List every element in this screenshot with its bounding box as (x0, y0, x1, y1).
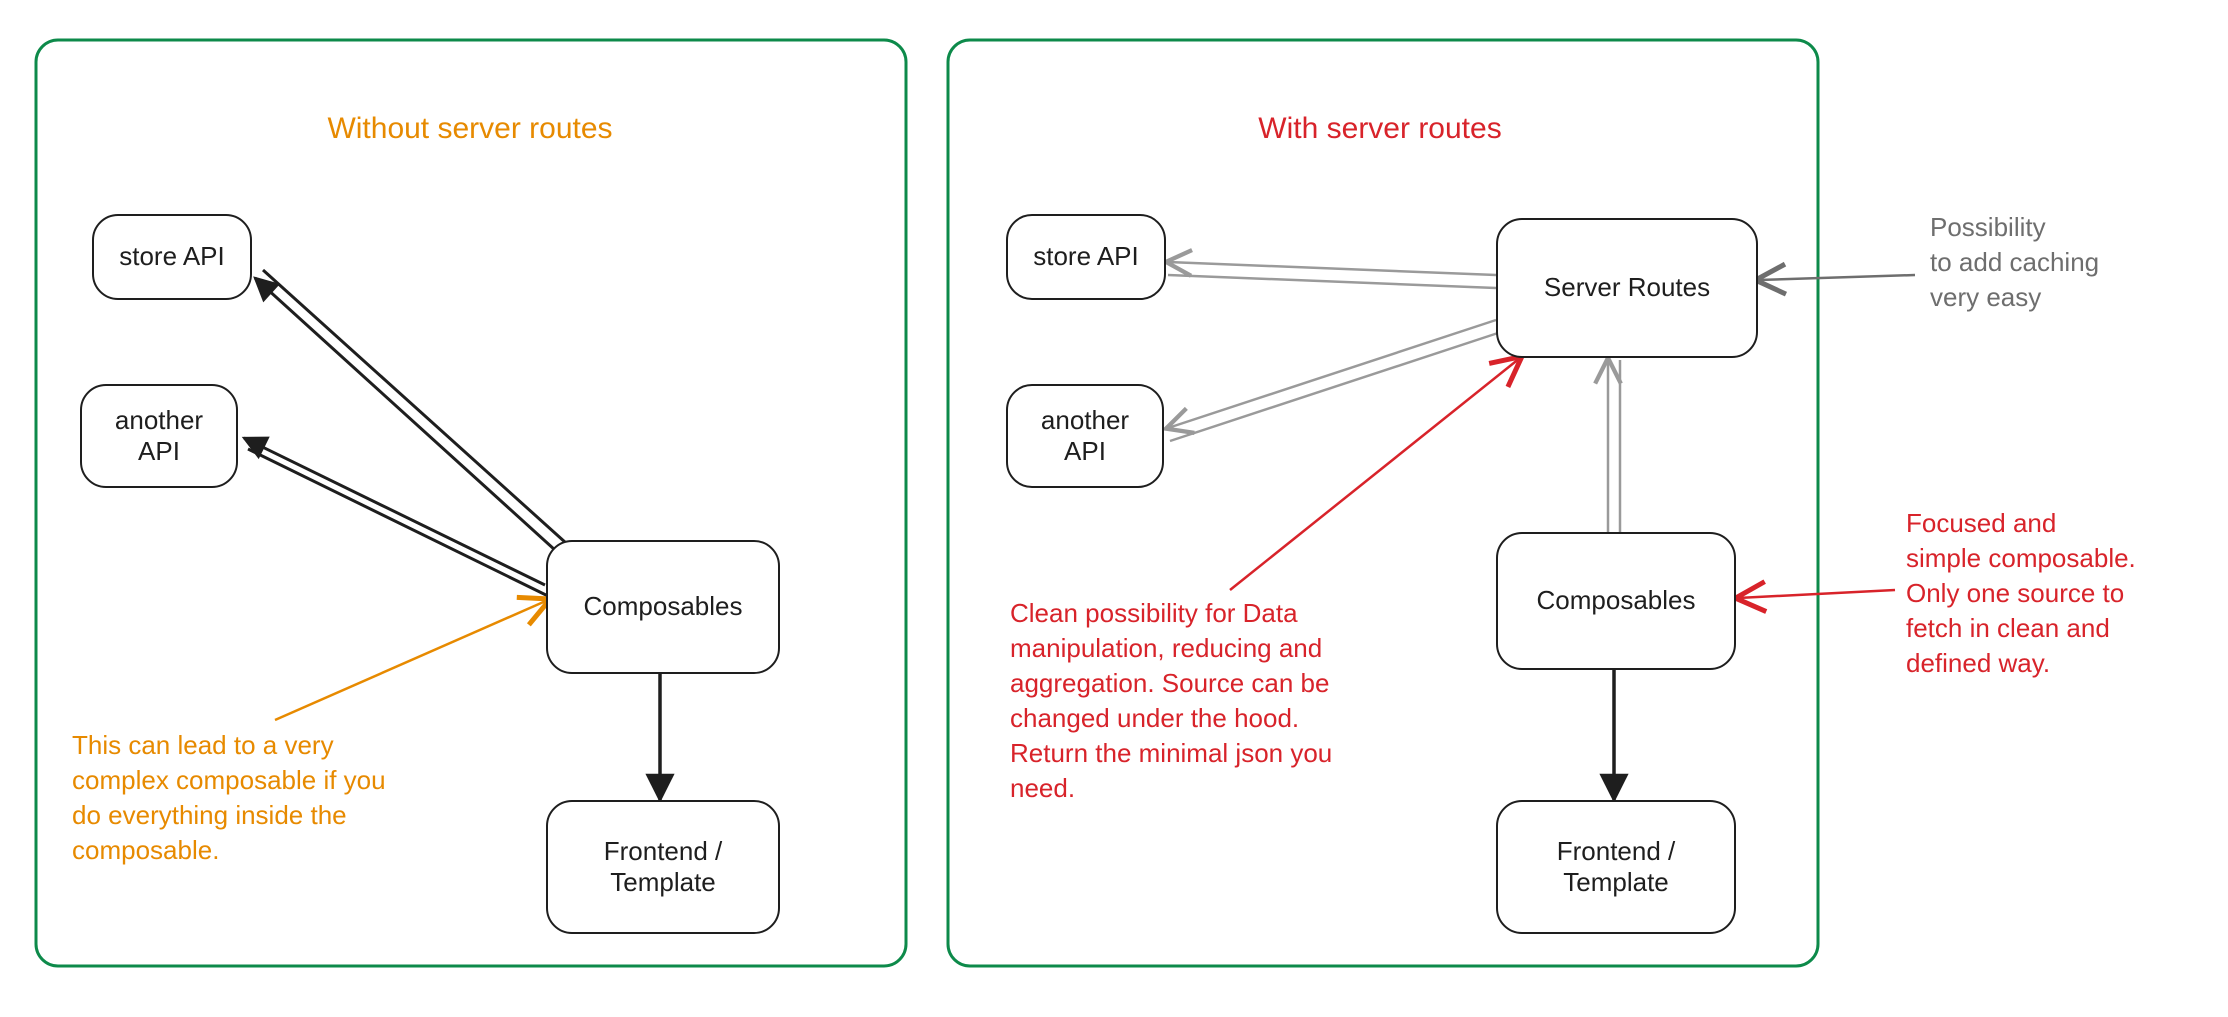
node-right-server-routes: Server Routes (1496, 218, 1758, 358)
node-left-store-api: store API (92, 214, 252, 300)
annotation-right-caching: Possibility to add caching very easy (1930, 210, 2210, 315)
panel-right-title: With server routes (1180, 112, 1580, 146)
panel-left-title: Without server routes (270, 112, 670, 146)
arrow-right-focused-to-composables (1738, 590, 1895, 598)
annotation-right-focused: Focused and simple composable. Only one … (1906, 506, 2206, 681)
arrow-right-server-to-anotherapi (1168, 320, 1498, 441)
node-left-another-api: another API (80, 384, 238, 488)
arrow-right-clean-to-server (1230, 358, 1520, 590)
arrow-left-annotation-to-composables (275, 600, 548, 720)
arrow-right-server-to-storeapi (1168, 262, 1496, 288)
arrow-right-caching-to-server (1758, 275, 1915, 280)
arrow-right-composables-to-server (1608, 360, 1620, 532)
node-left-frontend: Frontend / Template (546, 800, 780, 934)
diagram-canvas: Without server routes With server routes… (0, 0, 2228, 1017)
node-right-frontend: Frontend / Template (1496, 800, 1736, 934)
node-right-another-api: another API (1006, 384, 1164, 488)
arrow-left-composables-to-anotherapi (244, 438, 548, 596)
arrow-left-composables-to-storeapi (255, 270, 576, 560)
node-right-store-api: store API (1006, 214, 1166, 300)
annotation-left-complex: This can lead to a very complex composab… (72, 728, 492, 868)
node-left-composables: Composables (546, 540, 780, 674)
annotation-right-clean: Clean possibility for Data manipulation,… (1010, 596, 1430, 807)
node-right-composables: Composables (1496, 532, 1736, 670)
